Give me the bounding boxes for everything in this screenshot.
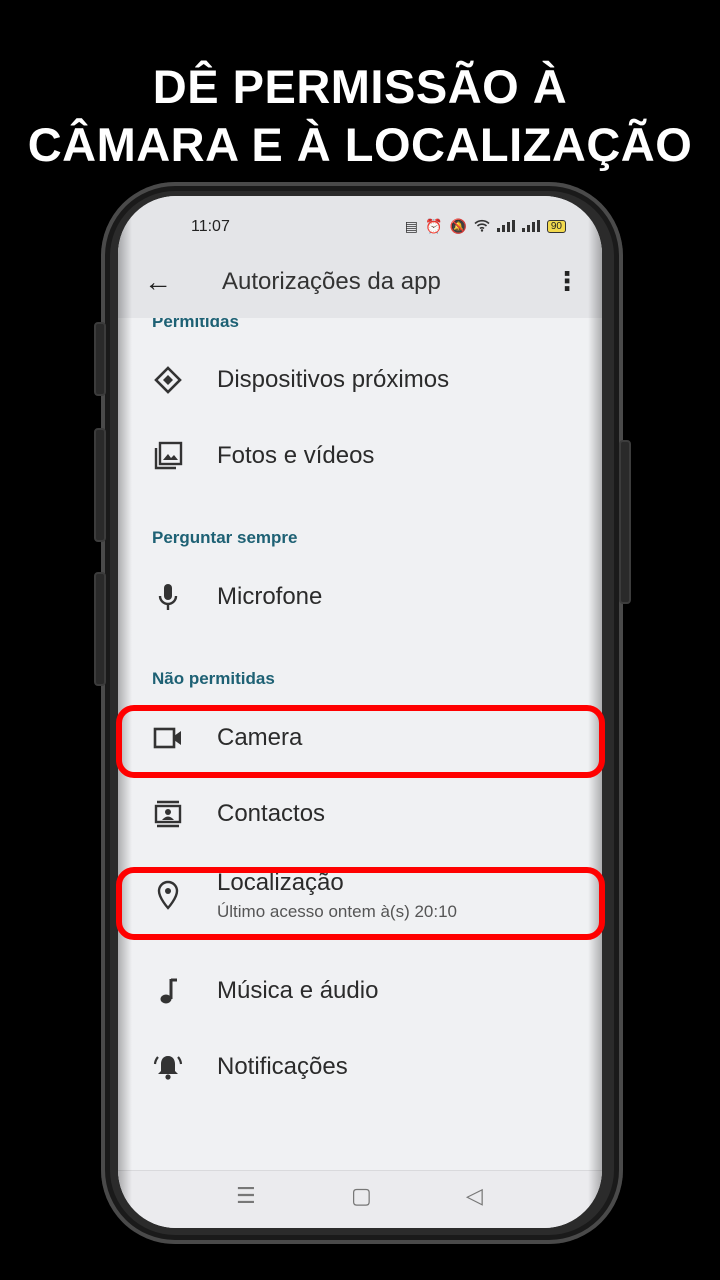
signal-icon-2 xyxy=(521,219,540,235)
nearby-devices-icon xyxy=(152,364,184,396)
notification-bell-icon xyxy=(152,1051,184,1083)
permission-label: Notificações xyxy=(217,1053,348,1080)
recent-apps-icon[interactable]: ☰ xyxy=(236,1183,256,1209)
permission-music-audio[interactable]: Música e áudio xyxy=(118,956,602,1026)
permission-microphone[interactable]: Microfone xyxy=(118,562,602,632)
headline-line-2: CÂMARA E À LOCALIZAÇÃO xyxy=(27,118,693,171)
status-icons: ▤ ⏰ 🔕 90 xyxy=(405,218,566,235)
status-time: 11:07 xyxy=(191,218,230,235)
more-options-icon[interactable]: ⋮ xyxy=(554,266,580,297)
permission-label: Música e áudio xyxy=(217,977,379,1004)
section-header-not-allowed: Não permitidas xyxy=(152,669,275,688)
photos-icon xyxy=(152,440,184,472)
microphone-icon xyxy=(152,581,184,613)
camera-highlight-box xyxy=(116,705,605,778)
location-highlight-box xyxy=(116,867,605,940)
permission-nearby-devices[interactable]: Dispositivos próximos xyxy=(118,345,602,415)
navigation-bar: ☰ ▢ ◁ xyxy=(118,1170,602,1228)
permission-photos-videos[interactable]: Fotos e vídeos xyxy=(118,421,602,491)
section-header-ask-every-time: Perguntar sempre xyxy=(152,528,298,547)
volume-down-button xyxy=(94,428,106,542)
battery-icon: 90 xyxy=(546,220,566,233)
permission-label: Microfone xyxy=(217,583,323,610)
permission-notifications[interactable]: Notificações xyxy=(118,1032,602,1102)
section-header-allowed: Permitidas xyxy=(152,318,239,331)
power-button xyxy=(619,440,631,604)
headline: DÊ PERMISSÃO À CÂMARA E À LOCALIZAÇÃO xyxy=(0,58,720,174)
alarm-icon: ⏰ xyxy=(425,218,443,234)
music-note-icon xyxy=(152,975,184,1007)
nfc-icon: ▤ xyxy=(404,218,418,234)
permission-label: Contactos xyxy=(217,800,326,827)
permission-label: Fotos e vídeos xyxy=(217,442,375,469)
app-bar: ← Autorizações da app ⋮ xyxy=(118,258,602,318)
headline-line-1: DÊ PERMISSÃO À xyxy=(152,60,568,113)
back-arrow-icon[interactable]: ← xyxy=(144,266,172,298)
status-bar: 11:07 ▤ ⏰ 🔕 90 xyxy=(118,196,602,258)
mute-icon: 🔕 xyxy=(449,218,467,234)
wifi-icon xyxy=(474,219,490,235)
home-icon[interactable]: ▢ xyxy=(351,1183,372,1209)
signal-icon xyxy=(496,219,515,235)
side-button-left xyxy=(94,572,106,686)
page-title: Autorizações da app xyxy=(222,268,441,295)
volume-up-button xyxy=(94,322,106,396)
permission-contacts[interactable]: Contactos xyxy=(118,779,602,849)
contacts-icon xyxy=(152,798,184,830)
back-triangle-icon[interactable]: ◁ xyxy=(466,1183,483,1209)
permission-label: Dispositivos próximos xyxy=(217,366,450,393)
